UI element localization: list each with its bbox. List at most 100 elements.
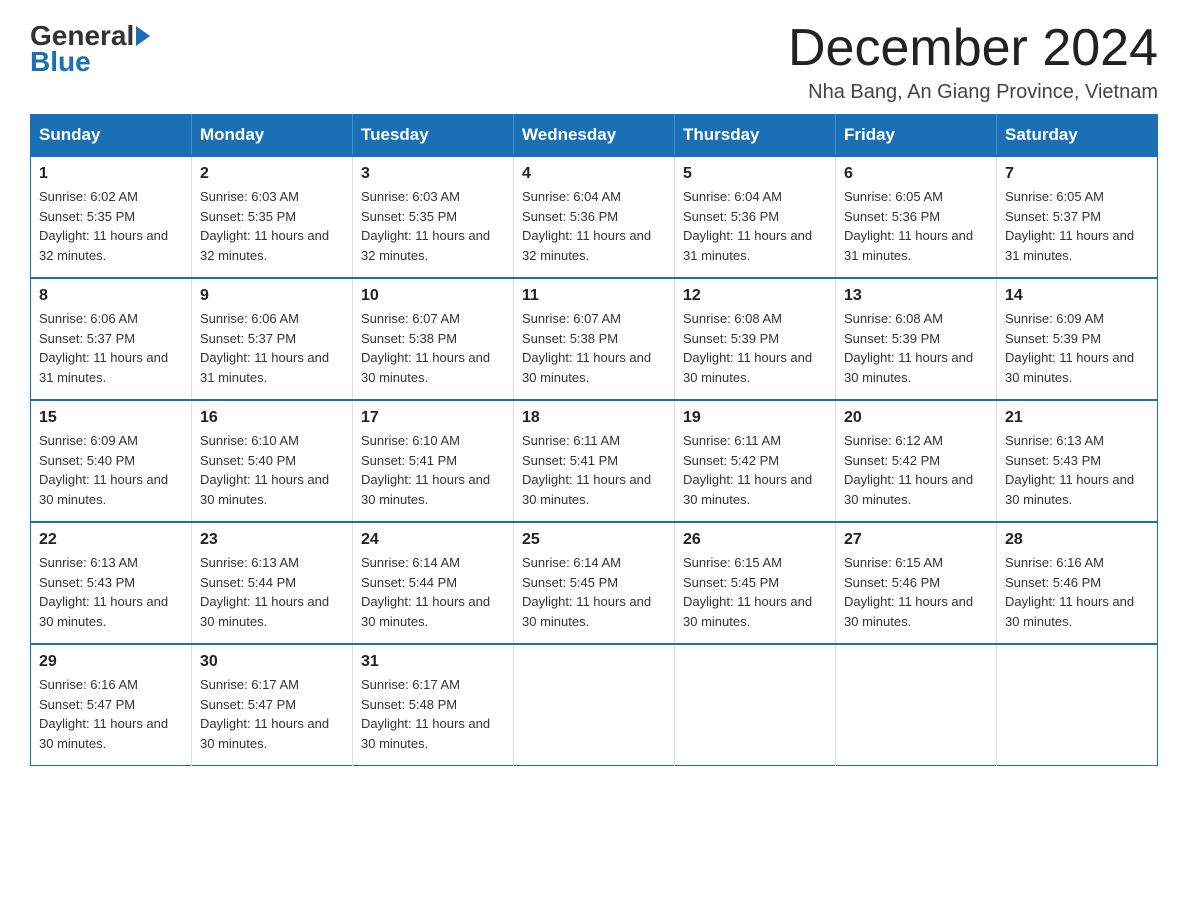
- day-info: Sunrise: 6:08 AM Sunset: 5:39 PM Dayligh…: [683, 309, 827, 387]
- calendar-cell: 31 Sunrise: 6:17 AM Sunset: 5:48 PM Dayl…: [353, 644, 514, 766]
- calendar-cell: 18 Sunrise: 6:11 AM Sunset: 5:41 PM Dayl…: [514, 400, 675, 522]
- day-info: Sunrise: 6:10 AM Sunset: 5:40 PM Dayligh…: [200, 431, 344, 509]
- day-number: 1: [39, 165, 183, 183]
- day-info: Sunrise: 6:16 AM Sunset: 5:47 PM Dayligh…: [39, 675, 183, 753]
- calendar-cell: 17 Sunrise: 6:10 AM Sunset: 5:41 PM Dayl…: [353, 400, 514, 522]
- calendar-cell: 23 Sunrise: 6:13 AM Sunset: 5:44 PM Dayl…: [192, 522, 353, 644]
- day-number: 12: [683, 287, 827, 305]
- calendar-title-area: December 2024 Nha Bang, An Giang Provinc…: [788, 20, 1158, 104]
- day-number: 27: [844, 531, 988, 549]
- calendar-cell: 13 Sunrise: 6:08 AM Sunset: 5:39 PM Dayl…: [836, 278, 997, 400]
- calendar-cell: [675, 644, 836, 766]
- day-number: 19: [683, 409, 827, 427]
- day-info: Sunrise: 6:03 AM Sunset: 5:35 PM Dayligh…: [361, 187, 505, 265]
- calendar-cell: 30 Sunrise: 6:17 AM Sunset: 5:47 PM Dayl…: [192, 644, 353, 766]
- day-info: Sunrise: 6:12 AM Sunset: 5:42 PM Dayligh…: [844, 431, 988, 509]
- day-info: Sunrise: 6:13 AM Sunset: 5:43 PM Dayligh…: [39, 553, 183, 631]
- day-number: 11: [522, 287, 666, 305]
- day-number: 23: [200, 531, 344, 549]
- header-sunday: Sunday: [31, 115, 192, 157]
- calendar-cell: 26 Sunrise: 6:15 AM Sunset: 5:45 PM Dayl…: [675, 522, 836, 644]
- logo: General Blue: [30, 20, 152, 78]
- logo-blue-text: Blue: [30, 46, 91, 77]
- day-number: 15: [39, 409, 183, 427]
- calendar-week-row: 22 Sunrise: 6:13 AM Sunset: 5:43 PM Dayl…: [31, 522, 1158, 644]
- calendar-week-row: 8 Sunrise: 6:06 AM Sunset: 5:37 PM Dayli…: [31, 278, 1158, 400]
- calendar-cell: 11 Sunrise: 6:07 AM Sunset: 5:38 PM Dayl…: [514, 278, 675, 400]
- day-info: Sunrise: 6:08 AM Sunset: 5:39 PM Dayligh…: [844, 309, 988, 387]
- calendar-cell: 25 Sunrise: 6:14 AM Sunset: 5:45 PM Dayl…: [514, 522, 675, 644]
- day-info: Sunrise: 6:10 AM Sunset: 5:41 PM Dayligh…: [361, 431, 505, 509]
- day-info: Sunrise: 6:11 AM Sunset: 5:41 PM Dayligh…: [522, 431, 666, 509]
- day-number: 9: [200, 287, 344, 305]
- calendar-cell: 27 Sunrise: 6:15 AM Sunset: 5:46 PM Dayl…: [836, 522, 997, 644]
- calendar-cell: 29 Sunrise: 6:16 AM Sunset: 5:47 PM Dayl…: [31, 644, 192, 766]
- day-number: 28: [1005, 531, 1149, 549]
- day-info: Sunrise: 6:15 AM Sunset: 5:46 PM Dayligh…: [844, 553, 988, 631]
- day-info: Sunrise: 6:17 AM Sunset: 5:47 PM Dayligh…: [200, 675, 344, 753]
- calendar-week-row: 29 Sunrise: 6:16 AM Sunset: 5:47 PM Dayl…: [31, 644, 1158, 766]
- day-number: 7: [1005, 165, 1149, 183]
- header-saturday: Saturday: [997, 115, 1158, 157]
- day-info: Sunrise: 6:11 AM Sunset: 5:42 PM Dayligh…: [683, 431, 827, 509]
- day-number: 14: [1005, 287, 1149, 305]
- day-number: 25: [522, 531, 666, 549]
- calendar-table: SundayMondayTuesdayWednesdayThursdayFrid…: [30, 114, 1158, 766]
- day-number: 24: [361, 531, 505, 549]
- header-monday: Monday: [192, 115, 353, 157]
- day-number: 31: [361, 653, 505, 671]
- day-info: Sunrise: 6:15 AM Sunset: 5:45 PM Dayligh…: [683, 553, 827, 631]
- logo-arrow-icon: [136, 26, 150, 46]
- calendar-cell: 1 Sunrise: 6:02 AM Sunset: 5:35 PM Dayli…: [31, 156, 192, 278]
- day-info: Sunrise: 6:03 AM Sunset: 5:35 PM Dayligh…: [200, 187, 344, 265]
- day-number: 5: [683, 165, 827, 183]
- calendar-cell: 8 Sunrise: 6:06 AM Sunset: 5:37 PM Dayli…: [31, 278, 192, 400]
- day-info: Sunrise: 6:04 AM Sunset: 5:36 PM Dayligh…: [522, 187, 666, 265]
- calendar-cell: 20 Sunrise: 6:12 AM Sunset: 5:42 PM Dayl…: [836, 400, 997, 522]
- calendar-cell: 21 Sunrise: 6:13 AM Sunset: 5:43 PM Dayl…: [997, 400, 1158, 522]
- day-number: 10: [361, 287, 505, 305]
- calendar-cell: [997, 644, 1158, 766]
- calendar-cell: 9 Sunrise: 6:06 AM Sunset: 5:37 PM Dayli…: [192, 278, 353, 400]
- day-info: Sunrise: 6:04 AM Sunset: 5:36 PM Dayligh…: [683, 187, 827, 265]
- calendar-cell: [514, 644, 675, 766]
- day-info: Sunrise: 6:02 AM Sunset: 5:35 PM Dayligh…: [39, 187, 183, 265]
- day-info: Sunrise: 6:09 AM Sunset: 5:40 PM Dayligh…: [39, 431, 183, 509]
- header-tuesday: Tuesday: [353, 115, 514, 157]
- day-number: 4: [522, 165, 666, 183]
- day-info: Sunrise: 6:16 AM Sunset: 5:46 PM Dayligh…: [1005, 553, 1149, 631]
- calendar-cell: 22 Sunrise: 6:13 AM Sunset: 5:43 PM Dayl…: [31, 522, 192, 644]
- day-number: 8: [39, 287, 183, 305]
- day-info: Sunrise: 6:13 AM Sunset: 5:44 PM Dayligh…: [200, 553, 344, 631]
- day-info: Sunrise: 6:05 AM Sunset: 5:37 PM Dayligh…: [1005, 187, 1149, 265]
- day-number: 6: [844, 165, 988, 183]
- day-number: 18: [522, 409, 666, 427]
- page-header: General Blue December 2024 Nha Bang, An …: [30, 20, 1158, 104]
- calendar-cell: 16 Sunrise: 6:10 AM Sunset: 5:40 PM Dayl…: [192, 400, 353, 522]
- day-info: Sunrise: 6:07 AM Sunset: 5:38 PM Dayligh…: [522, 309, 666, 387]
- calendar-cell: 4 Sunrise: 6:04 AM Sunset: 5:36 PM Dayli…: [514, 156, 675, 278]
- calendar-cell: 2 Sunrise: 6:03 AM Sunset: 5:35 PM Dayli…: [192, 156, 353, 278]
- day-number: 3: [361, 165, 505, 183]
- calendar-cell: 3 Sunrise: 6:03 AM Sunset: 5:35 PM Dayli…: [353, 156, 514, 278]
- day-number: 21: [1005, 409, 1149, 427]
- day-info: Sunrise: 6:17 AM Sunset: 5:48 PM Dayligh…: [361, 675, 505, 753]
- calendar-header-row: SundayMondayTuesdayWednesdayThursdayFrid…: [31, 115, 1158, 157]
- location-subtitle: Nha Bang, An Giang Province, Vietnam: [788, 81, 1158, 104]
- day-info: Sunrise: 6:06 AM Sunset: 5:37 PM Dayligh…: [39, 309, 183, 387]
- day-number: 13: [844, 287, 988, 305]
- calendar-cell: 7 Sunrise: 6:05 AM Sunset: 5:37 PM Dayli…: [997, 156, 1158, 278]
- calendar-cell: 10 Sunrise: 6:07 AM Sunset: 5:38 PM Dayl…: [353, 278, 514, 400]
- day-info: Sunrise: 6:05 AM Sunset: 5:36 PM Dayligh…: [844, 187, 988, 265]
- day-info: Sunrise: 6:07 AM Sunset: 5:38 PM Dayligh…: [361, 309, 505, 387]
- calendar-cell: 15 Sunrise: 6:09 AM Sunset: 5:40 PM Dayl…: [31, 400, 192, 522]
- calendar-cell: 6 Sunrise: 6:05 AM Sunset: 5:36 PM Dayli…: [836, 156, 997, 278]
- day-info: Sunrise: 6:13 AM Sunset: 5:43 PM Dayligh…: [1005, 431, 1149, 509]
- calendar-cell: 19 Sunrise: 6:11 AM Sunset: 5:42 PM Dayl…: [675, 400, 836, 522]
- day-number: 2: [200, 165, 344, 183]
- day-number: 30: [200, 653, 344, 671]
- day-number: 22: [39, 531, 183, 549]
- day-number: 17: [361, 409, 505, 427]
- day-number: 29: [39, 653, 183, 671]
- header-friday: Friday: [836, 115, 997, 157]
